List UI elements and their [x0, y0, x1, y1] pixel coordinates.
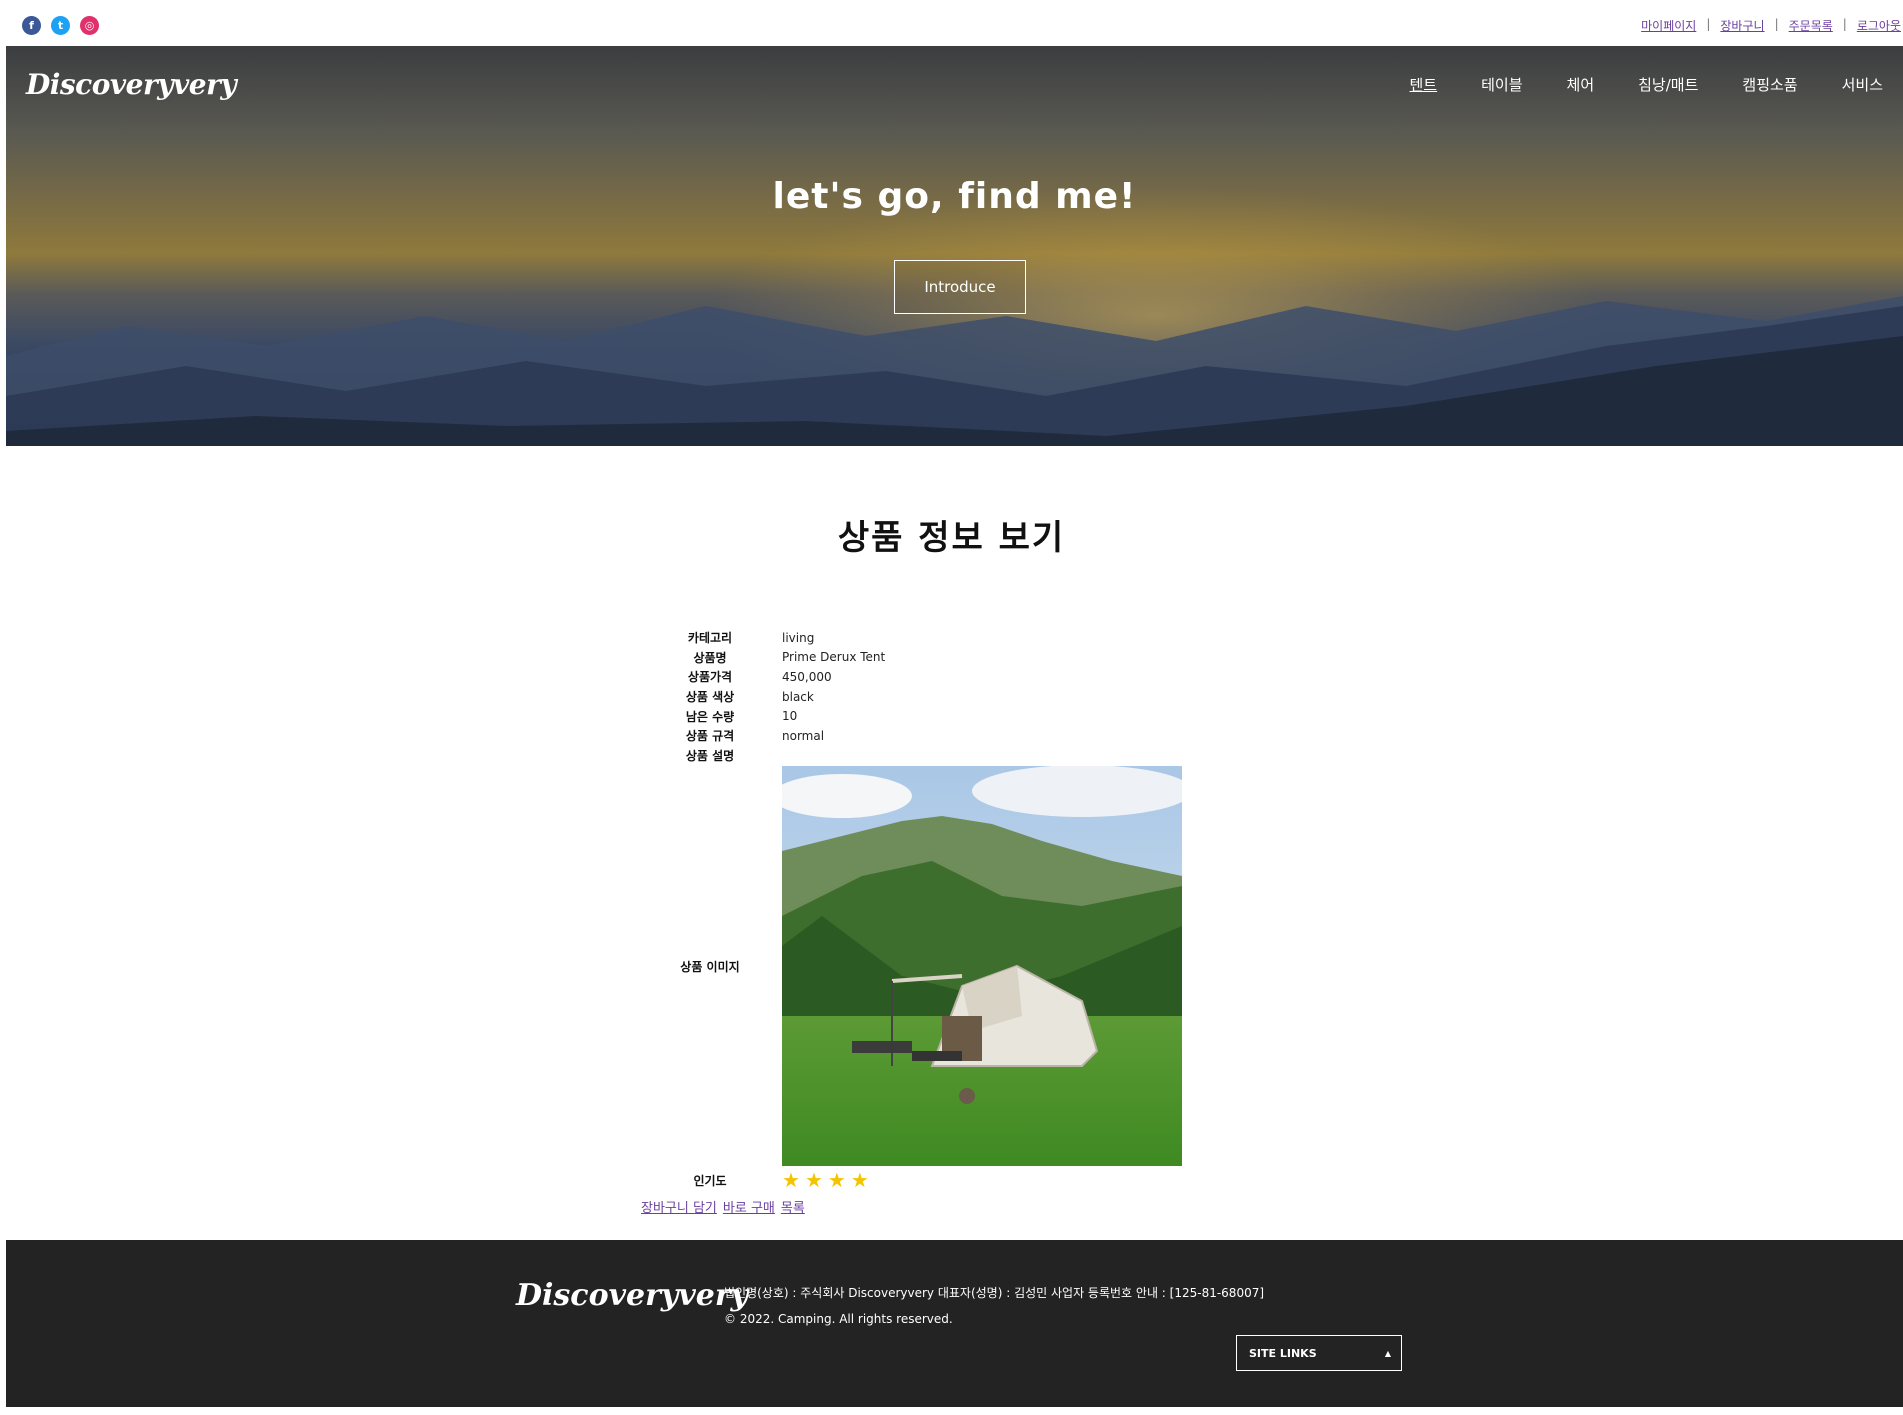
- star-icon: ★: [782, 1168, 800, 1192]
- popularity-stars: ★ ★ ★ ★: [782, 1170, 869, 1190]
- product-image: [782, 766, 1182, 1166]
- introduce-button[interactable]: Introduce: [894, 260, 1026, 314]
- footer: Discoveryvery 법인명(상호) : 주식회사 Discoveryve…: [6, 1240, 1903, 1407]
- row-label: 인기도: [693, 1173, 727, 1188]
- list-link[interactable]: 목록: [781, 1197, 805, 1216]
- user-links: 마이페이지 | 장바구니 | 주문목록 | 로그아웃: [1641, 17, 1901, 34]
- info-row-price: 상품가격 450,000: [660, 667, 885, 687]
- info-row-category: 카테고리 living: [660, 628, 885, 648]
- product-info-table: 카테고리 living 상품명 Prime Derux Tent 상품가격 45…: [660, 628, 885, 765]
- instagram-icon[interactable]: ◎: [80, 16, 99, 35]
- logout-link[interactable]: 로그아웃: [1857, 17, 1901, 34]
- site-links-label: SITE LINKS: [1249, 1346, 1317, 1360]
- nav-item-table[interactable]: 테이블: [1481, 74, 1522, 95]
- info-row-stock: 남은 수량 10: [660, 706, 885, 726]
- row-value: 450,000: [782, 669, 832, 684]
- nav-item-tent[interactable]: 텐트: [1410, 74, 1438, 95]
- row-label: 상품명: [693, 650, 727, 665]
- facebook-icon[interactable]: f: [22, 16, 41, 35]
- add-to-cart-link[interactable]: 장바구니 담기: [641, 1197, 717, 1216]
- info-row-popularity: 인기도 ★ ★ ★ ★: [660, 1170, 869, 1190]
- star-icon: ★: [804, 1168, 823, 1192]
- row-value: 10: [782, 709, 798, 724]
- site-logo[interactable]: Discoveryvery: [26, 68, 237, 101]
- product-actions: 장바구니 담기 바로 구매 목록: [641, 1197, 805, 1216]
- orders-link[interactable]: 주문목록: [1789, 17, 1833, 34]
- caret-up-icon: ▲: [1384, 1349, 1391, 1358]
- social-links: f t ◎: [22, 16, 99, 35]
- info-row-description: 상품 설명: [660, 746, 885, 766]
- row-label: 카테고리: [687, 631, 733, 646]
- row-label: 상품 색상: [685, 690, 735, 705]
- nav-item-chair[interactable]: 체어: [1567, 74, 1595, 95]
- site-links-select[interactable]: SITE LINKS ▲: [1236, 1335, 1402, 1371]
- row-value: living: [782, 630, 815, 645]
- row-label: 상품 설명: [685, 748, 735, 763]
- row-label: 상품 이미지: [680, 960, 740, 974]
- nav-item-service[interactable]: 서비스: [1842, 74, 1883, 95]
- row-label: 상품가격: [687, 670, 733, 685]
- buy-now-link[interactable]: 바로 구매: [723, 1197, 775, 1216]
- hero-banner: Discoveryvery 텐트 테이블 체어 침낭/매트 캠핑소품 서비스 l…: [6, 46, 1903, 446]
- hero-title: let's go, find me!: [772, 176, 1137, 217]
- separator: |: [1774, 17, 1779, 31]
- row-value: black: [782, 689, 814, 704]
- top-bar: f t ◎ 마이페이지 | 장바구니 | 주문목록 | 로그아웃: [0, 0, 1903, 46]
- info-row-spec: 상품 규격 normal: [660, 726, 885, 746]
- nav-item-camping-goods[interactable]: 캠핑소품: [1742, 74, 1797, 95]
- footer-logo: Discoveryvery: [516, 1278, 749, 1313]
- separator: |: [1706, 17, 1711, 31]
- row-label: 남은 수량: [685, 709, 735, 724]
- copyright: © 2022. Camping. All rights reserved.: [724, 1312, 953, 1326]
- row-value: normal: [782, 728, 825, 743]
- star-icon: ★: [850, 1168, 869, 1192]
- footer-info: 법인명(상호) : 주식회사 Discoveryvery 대표자(성명) : 김…: [724, 1280, 1264, 1332]
- info-row-name: 상품명 Prime Derux Tent: [660, 648, 885, 668]
- info-row-image: 상품 이미지: [660, 766, 1182, 1166]
- nav-item-sleeping-mat[interactable]: 침낭/매트: [1638, 74, 1698, 95]
- page-title: 상품 정보 보기: [837, 518, 1066, 558]
- twitter-icon[interactable]: t: [51, 16, 70, 35]
- info-row-color: 상품 색상 black: [660, 687, 885, 707]
- main-nav: 텐트 테이블 체어 침낭/매트 캠핑소품 서비스: [1410, 74, 1884, 95]
- separator: |: [1842, 17, 1847, 31]
- company-info: 법인명(상호) : 주식회사 Discoveryvery 대표자(성명) : 김…: [724, 1286, 1265, 1300]
- star-icon: ★: [827, 1168, 846, 1192]
- row-value: Prime Derux Tent: [782, 650, 886, 665]
- cart-link[interactable]: 장바구니: [1720, 17, 1764, 34]
- mypage-link[interactable]: 마이페이지: [1641, 17, 1696, 34]
- row-label: 상품 규격: [685, 729, 735, 744]
